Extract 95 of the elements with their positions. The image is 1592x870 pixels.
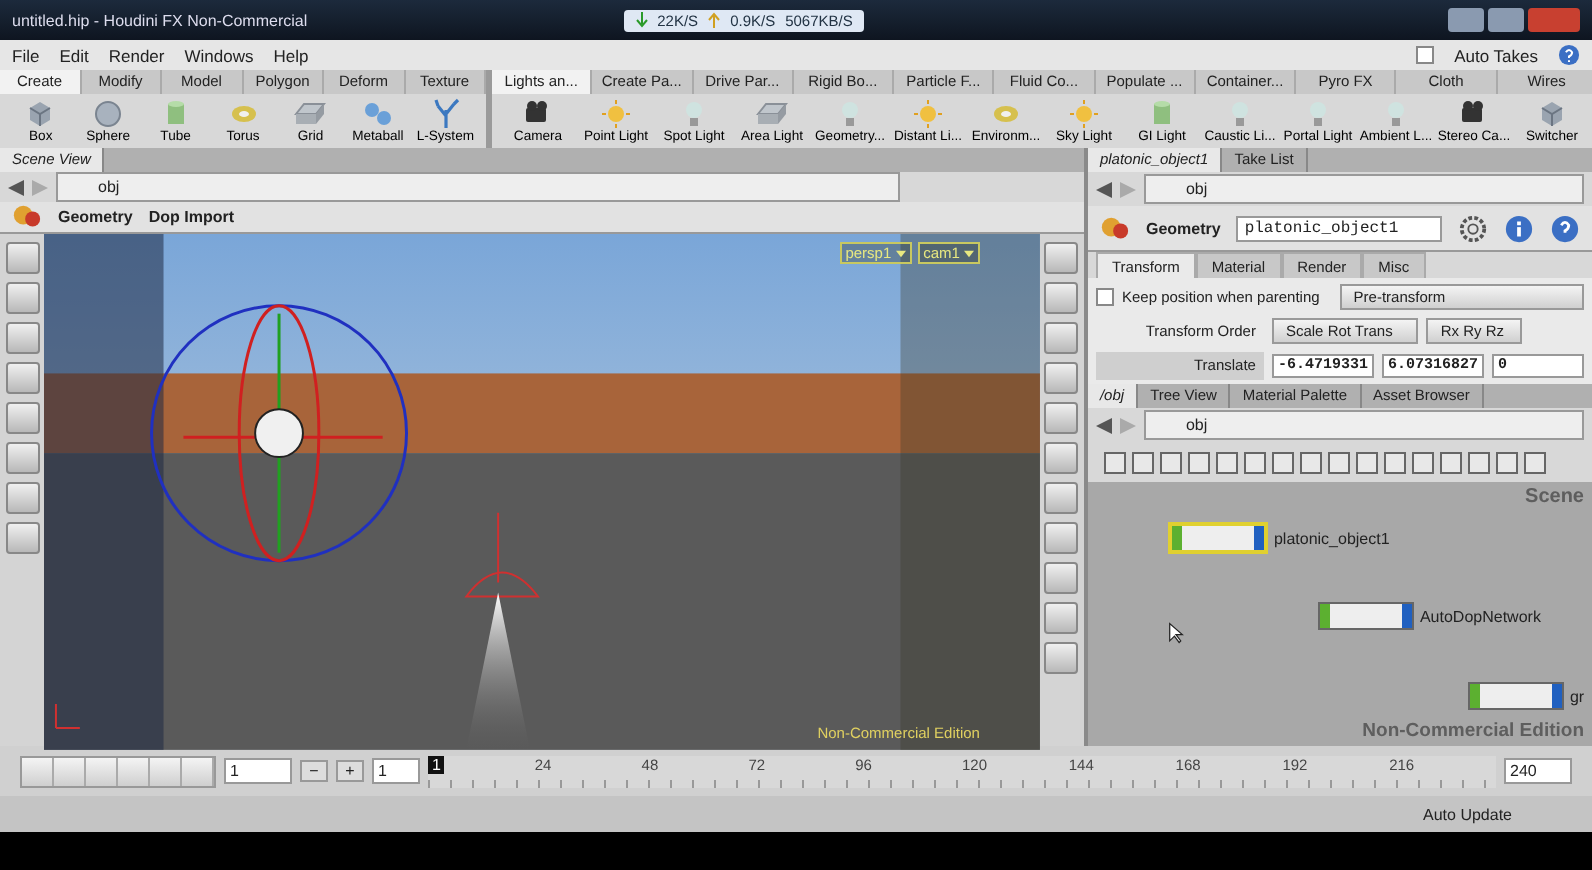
edition-label: Non-Commercial Edition bbox=[1362, 720, 1584, 742]
menu-item[interactable]: Help bbox=[273, 45, 309, 65]
network-tool-button[interactable] bbox=[1187, 451, 1210, 473]
display-tool-button[interactable] bbox=[1044, 322, 1079, 354]
sun-icon bbox=[912, 98, 944, 130]
playback-button[interactable] bbox=[54, 757, 86, 785]
menu-item[interactable]: Render bbox=[108, 45, 165, 65]
node-name-field[interactable]: platonic_object1 bbox=[1236, 215, 1442, 241]
viewport-tool-button[interactable] bbox=[5, 362, 39, 394]
back-arrow-icon[interactable] bbox=[1095, 181, 1112, 197]
viewport-tool-button[interactable] bbox=[5, 322, 39, 354]
network-tool-button[interactable] bbox=[1271, 451, 1294, 473]
step-field[interactable]: 1 bbox=[372, 758, 420, 784]
playback-button[interactable] bbox=[86, 757, 118, 785]
display-tool-button[interactable] bbox=[1044, 402, 1079, 434]
network-tool-button[interactable] bbox=[1439, 451, 1462, 473]
up-arrow-icon bbox=[708, 12, 721, 28]
node-label: gr bbox=[1569, 687, 1585, 705]
gear-icon[interactable] bbox=[1458, 213, 1488, 243]
display-tool-button[interactable] bbox=[1044, 522, 1079, 554]
checkbox[interactable] bbox=[1095, 288, 1114, 306]
auto-update-label[interactable]: Auto Update bbox=[1423, 805, 1512, 823]
playback-button[interactable] bbox=[182, 757, 214, 785]
display-tool-button[interactable] bbox=[1044, 562, 1079, 594]
back-arrow-icon[interactable] bbox=[8, 179, 24, 195]
operator-label: Dop Import bbox=[148, 208, 235, 226]
network-tool-button[interactable] bbox=[1523, 451, 1546, 473]
cube-icon bbox=[1536, 98, 1568, 130]
caret-icon bbox=[963, 250, 974, 259]
checkbox-label: Auto Takes bbox=[1454, 45, 1538, 65]
playback-button[interactable] bbox=[118, 757, 150, 785]
network-tool-button[interactable] bbox=[1299, 451, 1322, 473]
sphere-icon bbox=[92, 98, 125, 130]
back-arrow-icon[interactable] bbox=[1095, 417, 1112, 433]
viewport-tool-button[interactable] bbox=[5, 242, 39, 274]
viewport-tool-button[interactable] bbox=[5, 282, 39, 314]
balls-icon bbox=[361, 98, 394, 130]
sun-icon bbox=[1068, 98, 1100, 130]
down-arrow-icon bbox=[635, 12, 648, 28]
info-icon[interactable] bbox=[1504, 213, 1534, 243]
display-tool-button[interactable] bbox=[1044, 282, 1079, 314]
tree-icon bbox=[429, 98, 462, 130]
playback-button[interactable] bbox=[22, 757, 54, 785]
network-tool-button[interactable] bbox=[1243, 451, 1266, 473]
path-field[interactable]: obj bbox=[56, 172, 900, 202]
caret-icon bbox=[895, 250, 906, 259]
forward-arrow-icon[interactable] bbox=[1119, 181, 1136, 197]
display-tool-button[interactable] bbox=[1044, 242, 1079, 274]
display-tool-button[interactable] bbox=[1044, 642, 1079, 674]
sun-icon bbox=[600, 98, 632, 130]
network-tool-button[interactable] bbox=[1131, 451, 1154, 473]
operator-label: Geometry bbox=[1145, 219, 1221, 237]
menu-item[interactable]: Edit bbox=[59, 45, 89, 65]
menu-item[interactable]: Windows bbox=[184, 45, 254, 65]
decrement-button[interactable]: − bbox=[300, 760, 328, 782]
network-node[interactable] bbox=[1317, 602, 1414, 630]
checkbox[interactable] bbox=[1416, 46, 1435, 64]
display-tool-button[interactable] bbox=[1044, 602, 1079, 634]
network-tool-button[interactable] bbox=[1411, 451, 1434, 473]
viewport-tool-button[interactable] bbox=[5, 522, 39, 554]
forward-arrow-icon[interactable] bbox=[32, 179, 48, 195]
increment-button[interactable]: + bbox=[336, 760, 364, 782]
geometry-icon bbox=[12, 202, 42, 232]
network-tool-button[interactable] bbox=[1215, 451, 1238, 473]
viewport-tool-button[interactable] bbox=[5, 402, 39, 434]
help-icon[interactable] bbox=[1558, 44, 1580, 66]
path-field[interactable]: obj bbox=[1143, 410, 1584, 440]
network-tool-button[interactable] bbox=[1327, 451, 1350, 473]
geometry-icon bbox=[1099, 213, 1130, 243]
network-tool-button[interactable] bbox=[1103, 451, 1126, 473]
forward-arrow-icon[interactable] bbox=[1119, 417, 1136, 433]
menu-item[interactable]: File bbox=[12, 45, 40, 65]
display-tool-button[interactable] bbox=[1044, 442, 1079, 474]
node-label: AutoDopNetwork bbox=[1419, 607, 1541, 625]
current-frame-marker[interactable]: 1 bbox=[428, 755, 445, 773]
path-field[interactable]: obj bbox=[1143, 174, 1584, 204]
mouse-cursor-icon bbox=[1167, 622, 1184, 644]
frame-field[interactable]: 1 bbox=[224, 758, 292, 784]
network-tool-button[interactable] bbox=[1467, 451, 1490, 473]
node-label: platonic_object1 bbox=[1273, 529, 1390, 547]
network-tool-button[interactable] bbox=[1383, 451, 1406, 473]
context-label: Scene bbox=[1525, 486, 1584, 508]
end-frame-field[interactable]: 240 bbox=[1504, 758, 1572, 784]
help-icon[interactable] bbox=[1550, 213, 1580, 243]
viewport-tool-button[interactable] bbox=[5, 442, 39, 474]
network-tool-button[interactable] bbox=[1355, 451, 1378, 473]
window-title: untitled.hip - Houdini FX Non-Commercial bbox=[12, 11, 308, 29]
network-tool-button[interactable] bbox=[1159, 451, 1182, 473]
viewport-tool-button[interactable] bbox=[5, 482, 39, 514]
playback-button[interactable] bbox=[150, 757, 182, 785]
network-tool-button[interactable] bbox=[1495, 451, 1518, 473]
operator-label: Geometry bbox=[58, 208, 133, 226]
display-tool-button[interactable] bbox=[1044, 482, 1079, 514]
display-tool-button[interactable] bbox=[1044, 362, 1079, 394]
network-node[interactable] bbox=[1467, 682, 1564, 710]
